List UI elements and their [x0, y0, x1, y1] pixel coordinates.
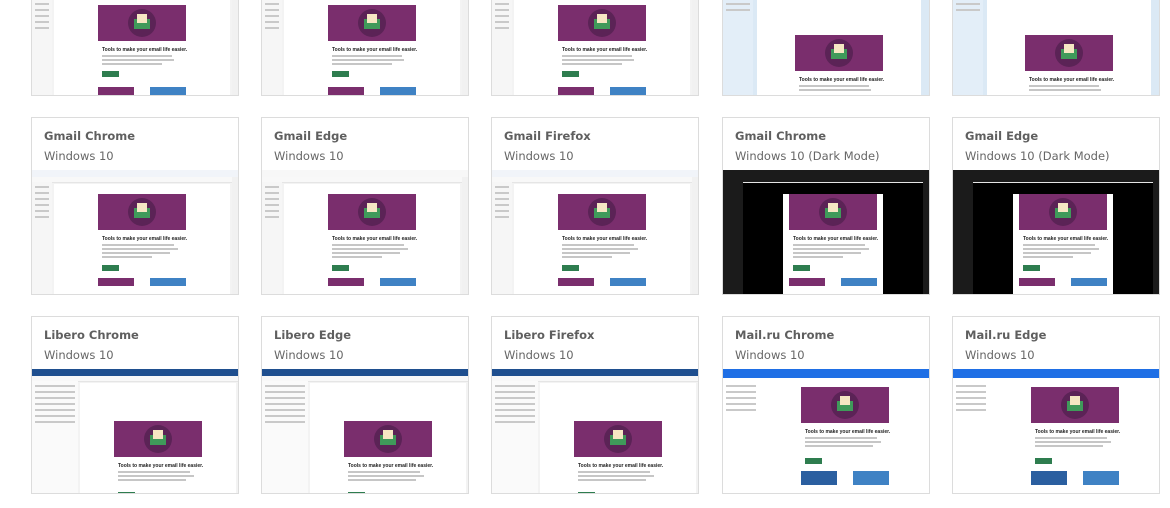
- card-header: Libero Firefox Windows 10: [492, 317, 698, 369]
- card-title: Mail.ru Edge: [965, 328, 1047, 342]
- card-subtitle: Windows 10: [965, 348, 1035, 362]
- card-title: Gmail Firefox: [504, 129, 591, 143]
- card-header: Libero Chrome Windows 10: [32, 317, 238, 369]
- email-thumbnail: Tools to make your email life easier.: [262, 0, 468, 95]
- preview-card-gmail-firefox[interactable]: Gmail Firefox Windows 10 Tools to make y…: [491, 117, 699, 295]
- email-thumbnail: Tools to make your email life easier.: [953, 170, 1159, 294]
- preview-card-row1-5[interactable]: Tools to make your email life easier.: [952, 0, 1160, 96]
- email-thumbnail: Tools to make your email life easier.: [262, 369, 468, 493]
- card-subtitle: Windows 10: [274, 149, 344, 163]
- card-subtitle: Windows 10 (Dark Mode): [965, 149, 1110, 163]
- card-subtitle: Windows 10: [735, 348, 805, 362]
- email-thumbnail: Tools to make your email life easier.: [32, 170, 238, 294]
- card-subtitle: Windows 10: [44, 149, 114, 163]
- email-thumbnail: Tools to make your email life easier.: [723, 170, 929, 294]
- card-title: Mail.ru Chrome: [735, 328, 835, 342]
- preview-card-mailru-edge[interactable]: Mail.ru Edge Windows 10 Tools to make yo…: [952, 316, 1160, 494]
- email-thumbnail: Tools to make your email life easier.: [953, 0, 1159, 95]
- email-thumbnail: Tools to make your email life easier.: [492, 369, 698, 493]
- card-title: Gmail Edge: [965, 129, 1039, 143]
- email-thumbnail: Tools to make your email life easier.: [953, 369, 1159, 493]
- card-header: Gmail Chrome Windows 10: [32, 118, 238, 170]
- preview-card-gmail-chrome-dark[interactable]: Gmail Chrome Windows 10 (Dark Mode) Tool…: [722, 117, 930, 295]
- preview-card-libero-edge[interactable]: Libero Edge Windows 10 Tools to make you…: [261, 316, 469, 494]
- email-thumbnail: Tools to make your email life easier.: [723, 369, 929, 493]
- card-subtitle: Windows 10: [44, 348, 114, 362]
- card-header: Gmail Edge Windows 10: [262, 118, 468, 170]
- preview-card-mailru-chrome[interactable]: Mail.ru Chrome Windows 10 Tools to make …: [722, 316, 930, 494]
- preview-card-gmail-edge[interactable]: Gmail Edge Windows 10 Tools to make your…: [261, 117, 469, 295]
- card-header: Libero Edge Windows 10: [262, 317, 468, 369]
- preview-card-row1-3[interactable]: Tools to make your email life easier.: [491, 0, 699, 96]
- preview-card-row1-1[interactable]: Tools to make your email life easier.: [31, 0, 239, 96]
- card-subtitle: Windows 10: [504, 149, 574, 163]
- card-title: Libero Chrome: [44, 328, 139, 342]
- preview-card-row1-2[interactable]: Tools to make your email life easier.: [261, 0, 469, 96]
- preview-card-gmail-chrome[interactable]: Gmail Chrome Windows 10 Tools to make yo…: [31, 117, 239, 295]
- card-title: Libero Edge: [274, 328, 351, 342]
- card-header: Mail.ru Chrome Windows 10: [723, 317, 929, 369]
- card-title: Libero Firefox: [504, 328, 595, 342]
- card-header: Gmail Chrome Windows 10 (Dark Mode): [723, 118, 929, 170]
- email-thumbnail: Tools to make your email life easier.: [492, 0, 698, 95]
- card-header: Gmail Edge Windows 10 (Dark Mode): [953, 118, 1159, 170]
- card-title: Gmail Chrome: [44, 129, 136, 143]
- email-thumbnail: Tools to make your email life easier.: [723, 0, 929, 95]
- email-thumbnail: Tools to make your email life easier.: [32, 0, 238, 95]
- card-title: Gmail Chrome: [735, 129, 827, 143]
- preview-card-row1-4[interactable]: Tools to make your email life easier.: [722, 0, 930, 96]
- preview-card-libero-chrome[interactable]: Libero Chrome Windows 10 Tools to make y…: [31, 316, 239, 494]
- card-subtitle: Windows 10 (Dark Mode): [735, 149, 880, 163]
- card-subtitle: Windows 10: [274, 348, 344, 362]
- card-title: Gmail Edge: [274, 129, 348, 143]
- preview-card-gmail-edge-dark[interactable]: Gmail Edge Windows 10 (Dark Mode) Tools …: [952, 117, 1160, 295]
- email-thumbnail: Tools to make your email life easier.: [32, 369, 238, 493]
- card-subtitle: Windows 10: [504, 348, 574, 362]
- card-header: Mail.ru Edge Windows 10: [953, 317, 1159, 369]
- preview-card-libero-firefox[interactable]: Libero Firefox Windows 10 Tools to make …: [491, 316, 699, 494]
- email-thumbnail: Tools to make your email life easier.: [492, 170, 698, 294]
- email-thumbnail: Tools to make your email life easier.: [262, 170, 468, 294]
- card-header: Gmail Firefox Windows 10: [492, 118, 698, 170]
